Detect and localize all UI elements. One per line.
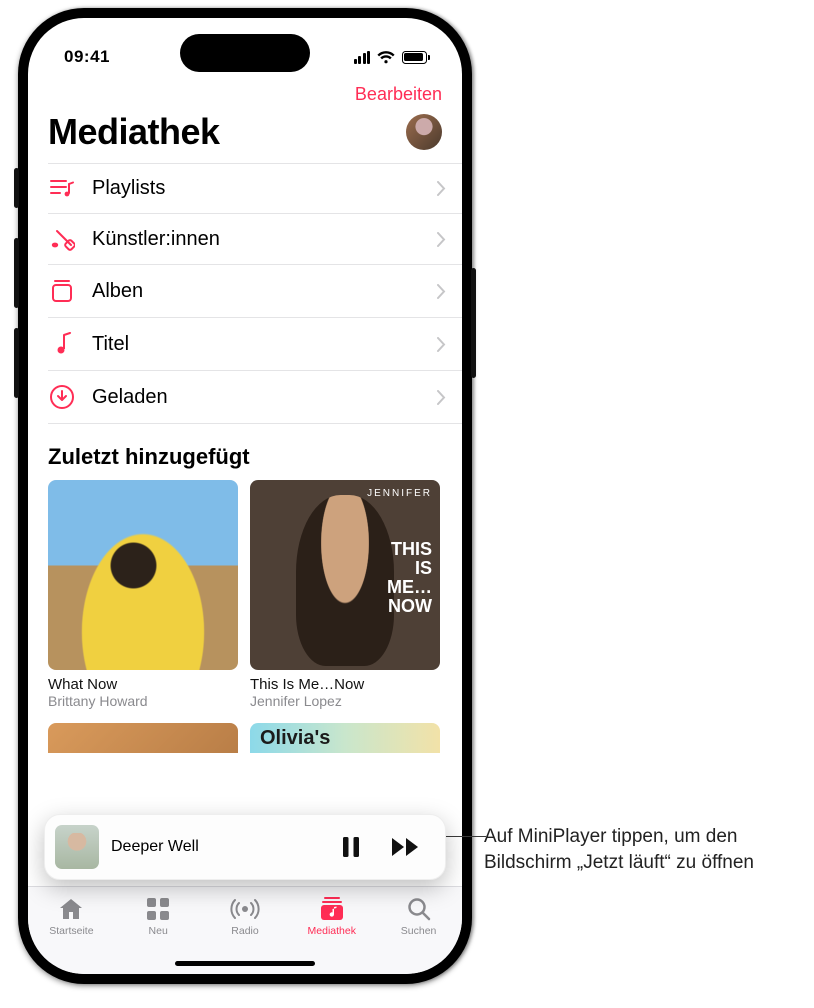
album-cover: JENNIFER THIS IS ME… NOW [250,480,440,670]
side-button [14,168,19,208]
tab-label: Mediathek [308,925,356,937]
home-indicator [175,961,315,966]
battery-icon [402,51,430,64]
recent-albums-row: What Now Brittany Howard JENNIFER THIS I… [28,480,462,709]
album-card-peek[interactable] [48,723,238,753]
next-track-button[interactable] [385,831,427,863]
miniplayer-track-title: Deeper Well [111,838,317,856]
recent-albums-row-2: Olivia's [28,709,462,753]
browse-icon [146,895,170,923]
downloaded-icon [48,384,76,410]
chevron-right-icon [437,390,446,405]
library-icon [319,895,345,923]
miniplayer[interactable]: Deeper Well [44,814,446,880]
album-card[interactable]: JENNIFER THIS IS ME… NOW This Is Me…Now … [250,480,440,709]
pause-button[interactable] [335,830,367,864]
wifi-icon [377,51,395,64]
album-artist: Brittany Howard [48,693,238,709]
page-title: Mediathek [48,111,220,153]
menu-item-label: Künstler:innen [92,228,220,251]
album-cover [48,480,238,670]
artist-icon [48,227,76,251]
album-icon [48,278,76,304]
chevron-right-icon [437,284,446,299]
cover-main-text: THIS IS ME… NOW [387,540,432,616]
edit-button[interactable]: Bearbeiten [355,84,442,105]
chevron-right-icon [437,181,446,196]
menu-item-label: Playlists [92,177,165,200]
menu-item-songs[interactable]: Titel [48,318,462,371]
callout-text: Auf MiniPlayer tippen, um den Bildschirm… [484,824,794,875]
album-card-peek[interactable]: Olivia's [250,723,440,753]
tab-home[interactable]: Startseite [35,895,107,937]
search-icon [407,895,431,923]
chevron-right-icon [437,337,446,352]
status-time: 09:41 [64,47,110,67]
library-menu: Playlists Künstler:innen [48,163,462,424]
tab-label: Suchen [401,925,437,937]
volume-up-button [14,238,19,308]
album-title: This Is Me…Now [250,676,440,693]
tab-library[interactable]: Mediathek [296,895,368,937]
phone-frame: 09:41 Bearbeiten [18,8,472,984]
song-icon [48,331,76,357]
power-button [471,268,476,378]
dynamic-island [180,34,310,72]
menu-item-playlists[interactable]: Playlists [48,164,462,214]
tab-radio[interactable]: Radio [209,895,281,937]
tab-new[interactable]: Neu [122,895,194,937]
menu-item-albums[interactable]: Alben [48,265,462,318]
cover-overline: JENNIFER [367,488,432,499]
playlist-icon [48,178,76,200]
menu-item-downloaded[interactable]: Geladen [48,371,462,424]
menu-item-artists[interactable]: Künstler:innen [48,214,462,265]
radio-icon [230,895,260,923]
tab-label: Radio [231,925,258,937]
cellular-icon [354,51,371,64]
album-artist: Jennifer Lopez [250,693,440,709]
menu-item-label: Alben [92,280,143,303]
miniplayer-cover [55,825,99,869]
section-heading-recent: Zuletzt hinzugefügt [28,424,462,480]
peek-label: Olivia's [260,727,330,750]
callout: Auf MiniPlayer tippen, um den Bildschirm… [484,824,794,875]
album-card[interactable]: What Now Brittany Howard [48,480,238,709]
tab-search[interactable]: Suchen [383,895,455,937]
profile-avatar[interactable] [406,114,442,150]
status-icons [354,51,431,64]
volume-down-button [14,328,19,398]
chevron-right-icon [437,232,446,247]
album-title: What Now [48,676,238,693]
tab-label: Neu [149,925,168,937]
menu-item-label: Titel [92,333,129,356]
screen: 09:41 Bearbeiten [28,18,462,974]
menu-item-label: Geladen [92,386,168,409]
tab-label: Startseite [49,925,93,937]
home-icon [58,895,84,923]
